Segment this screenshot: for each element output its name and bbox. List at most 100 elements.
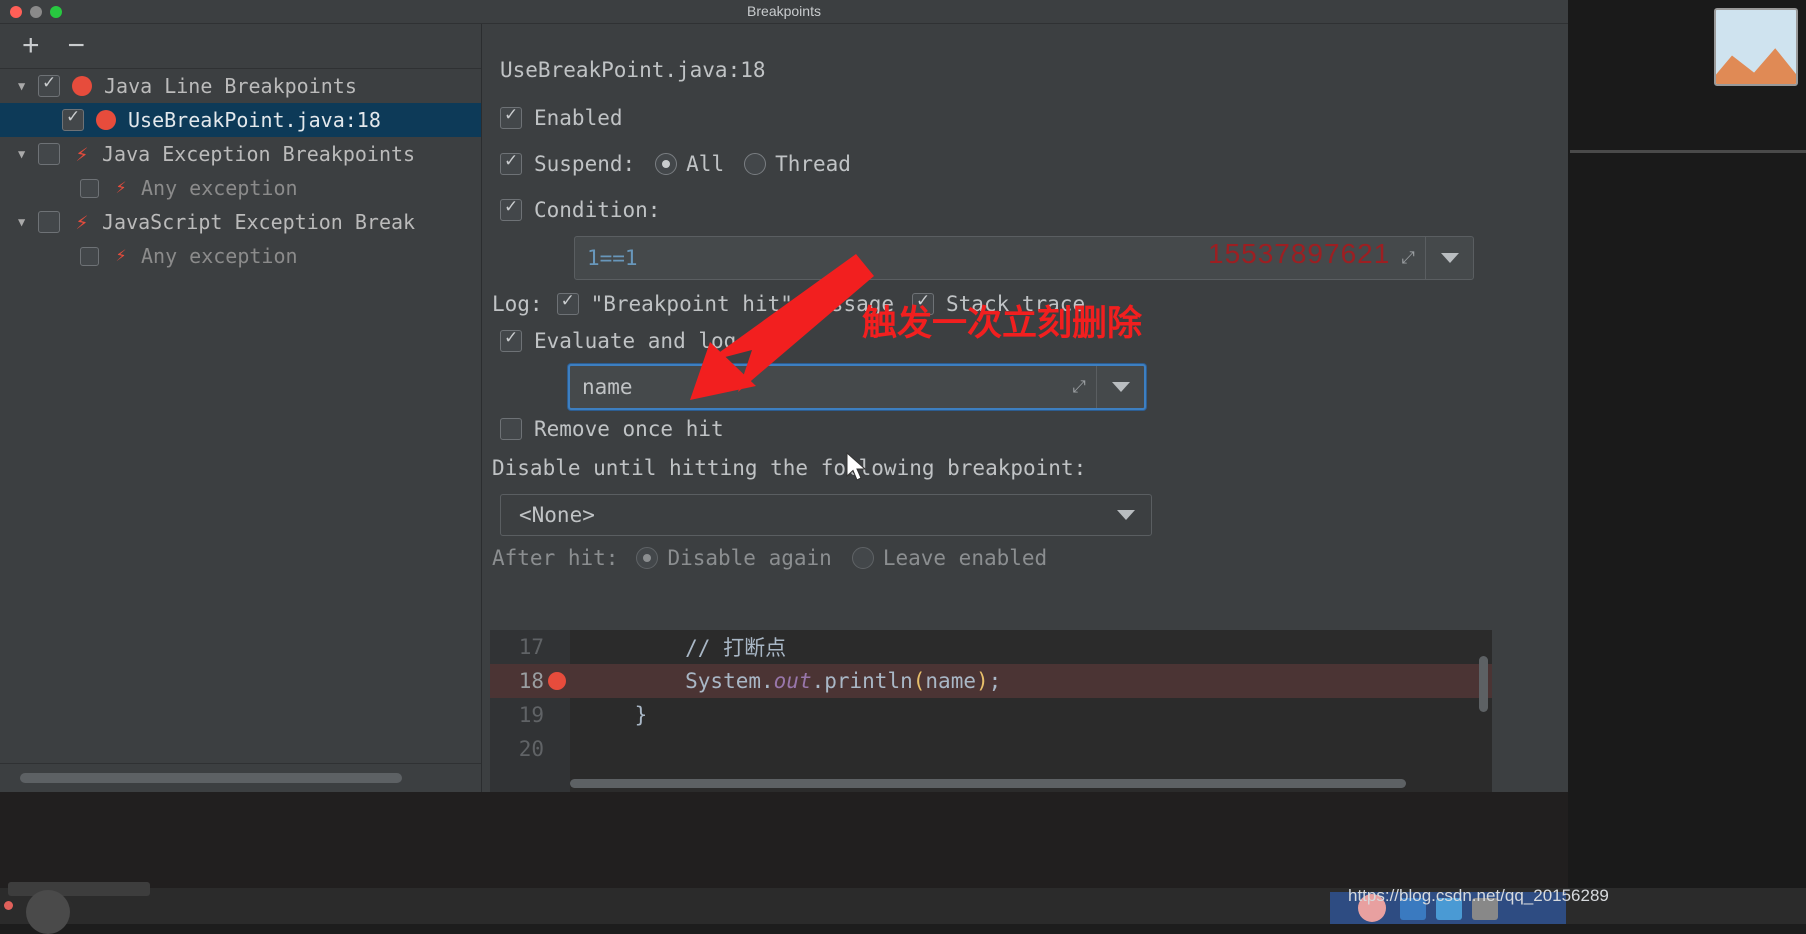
desktop-right-strip [1568, 0, 1806, 924]
enabled-row[interactable]: Enabled [500, 105, 623, 130]
editor-line: 17 // 打断点 [490, 630, 1492, 664]
suspend-thread-label: Thread [775, 152, 851, 176]
chevron-down-icon [1117, 510, 1135, 520]
code-token: ; [988, 669, 1002, 693]
window-title: Breakpoints [747, 3, 821, 19]
enabled-checkbox[interactable] [500, 105, 522, 129]
scrollbar-thumb[interactable] [20, 773, 402, 783]
dialog-titlebar: Breakpoints [0, 0, 1568, 24]
line-code: System.out.println(name); [570, 669, 1001, 693]
condition-dropdown-button[interactable] [1425, 237, 1473, 279]
editor-horizontal-scrollbar[interactable] [570, 779, 1406, 788]
expand-arrows-icon[interactable]: ⤢ [1391, 248, 1425, 268]
tree-item-any-exception-java[interactable]: ⚡ Any exception [0, 171, 481, 205]
breakpoints-tree[interactable]: ▼ Java Line Breakpoints UseBreakPoint.ja… [0, 68, 481, 764]
taskbar-pill [8, 882, 150, 896]
after-hit-leave-enabled-label: Leave enabled [882, 546, 1048, 570]
line-code: } [584, 703, 648, 727]
after-hit-label: After hit: [492, 546, 619, 570]
tree-item-java-exception-breakpoints[interactable]: ▼ ⚡ Java Exception Breakpoints [0, 137, 481, 171]
suspend-row[interactable]: Suspend: All Thread [500, 151, 851, 176]
code-token: out [773, 669, 812, 693]
exception-bolt-icon: ⚡ [75, 141, 89, 166]
watermark-url: https://blog.csdn.net/qq_20156289 [1348, 886, 1609, 905]
disable-until-row: Disable until hitting the following brea… [492, 456, 1086, 480]
after-hit-leave-enabled-radio [851, 547, 874, 569]
mouse-cursor-icon [846, 452, 867, 481]
code-token: name [925, 669, 976, 693]
code-token: ) [975, 669, 989, 693]
evaluate-dropdown-button[interactable] [1096, 366, 1144, 408]
suspend-all-radio[interactable] [655, 153, 678, 175]
tree-item-checkbox[interactable] [62, 107, 84, 131]
evaluate-label: Evaluate and log: [534, 329, 749, 353]
tree-item-label: JavaScript Exception Break [102, 210, 416, 234]
editor-line: 20 [490, 732, 1492, 766]
remove-once-hit-label: Remove once hit [534, 417, 724, 441]
dock-circle-icon[interactable] [26, 890, 70, 934]
expand-arrows-icon[interactable]: ⤢ [1062, 377, 1096, 397]
line-number: 17 [518, 635, 544, 659]
tree-item-label: Java Exception Breakpoints [102, 142, 416, 166]
add-breakpoint-button[interactable]: + [22, 31, 40, 61]
breakpoint-dot-icon[interactable] [548, 672, 566, 690]
code-token: ( [912, 669, 926, 693]
after-hit-disable-again-label: Disable again [667, 546, 832, 570]
disable-until-label: Disable until hitting the following brea… [492, 456, 1087, 480]
breakpoints-list-hscrollbar[interactable] [0, 764, 481, 792]
evaluate-value: name [582, 375, 633, 399]
remove-breakpoint-button[interactable]: − [68, 31, 86, 61]
remove-once-hit-row[interactable]: Remove once hit [500, 417, 724, 441]
code-editor[interactable]: 17 // 打断点 18 System.out.println(name); 1… [490, 630, 1492, 792]
line-number: 20 [518, 737, 544, 761]
breakpoint-dot-icon [96, 110, 116, 130]
expand-arrow-icon[interactable]: ▼ [18, 215, 38, 229]
evaluate-input[interactable]: name ⤢ [568, 364, 1146, 410]
expand-arrow-icon[interactable]: ▼ [18, 79, 38, 93]
tree-item-label: Any exception [141, 176, 298, 200]
desktop-image-thumbnail [1714, 8, 1798, 86]
enabled-label: Enabled [534, 106, 623, 130]
condition-checkbox[interactable] [500, 197, 522, 221]
tree-item-checkbox[interactable] [38, 73, 60, 97]
suspend-label: Suspend: [534, 152, 636, 176]
tree-item-checkbox[interactable] [80, 246, 99, 266]
gutter-slot[interactable] [544, 672, 570, 690]
condition-label: Condition: [534, 198, 661, 222]
breakpoint-dot-icon [72, 76, 92, 96]
line-number: 19 [518, 703, 544, 727]
tree-item-checkbox[interactable] [38, 143, 60, 165]
annotation-note-text: 触发一次立刻删除 [862, 304, 1143, 344]
disable-until-select[interactable]: <None> [500, 494, 1152, 536]
editor-line: 19 } [490, 698, 1492, 732]
tree-item-usebreakpoint-java-18[interactable]: UseBreakPoint.java:18 [0, 103, 481, 137]
status-dot-icon [4, 901, 13, 910]
condition-row[interactable]: Condition: [500, 197, 661, 222]
tree-item-any-exception-js[interactable]: ⚡ Any exception [0, 239, 481, 273]
tree-item-java-line-breakpoints[interactable]: ▼ Java Line Breakpoints [0, 69, 481, 103]
after-hit-row: After hit: Disable again Leave enabled [492, 546, 1047, 570]
remove-once-hit-checkbox[interactable] [500, 418, 522, 440]
annotation-phone-number: 15537897621 [1208, 238, 1391, 269]
tree-item-checkbox[interactable] [80, 178, 99, 198]
tree-item-label: Any exception [141, 244, 298, 268]
tree-item-javascript-exception-breakpoints[interactable]: ▼ ⚡ JavaScript Exception Break [0, 205, 481, 239]
evaluate-checkbox[interactable] [500, 328, 522, 352]
breakpoints-list-panel: + − ▼ Java Line Breakpoints UseBreakPoin… [0, 24, 482, 792]
disable-until-value: <None> [519, 503, 595, 527]
exception-bolt-icon: ⚡ [75, 209, 89, 234]
expand-arrow-icon[interactable]: ▼ [18, 147, 38, 161]
line-code: // 打断点 [584, 636, 787, 660]
breakpoint-title: UseBreakPoint.java:18 [500, 58, 766, 82]
line-number: 18 [518, 669, 544, 693]
suspend-all-label: All [686, 152, 725, 176]
tree-item-checkbox[interactable] [38, 211, 60, 233]
evaluate-row[interactable]: Evaluate and log: [500, 328, 749, 353]
editor-vertical-scrollbar[interactable] [1479, 656, 1488, 712]
desktop-divider [1570, 150, 1806, 153]
suspend-checkbox[interactable] [500, 151, 522, 175]
log-prefix-label: Log: [492, 292, 543, 316]
breakpoints-toolbar: + − [0, 24, 481, 68]
suspend-thread-radio[interactable] [744, 153, 767, 175]
log-message-checkbox[interactable] [556, 291, 579, 315]
